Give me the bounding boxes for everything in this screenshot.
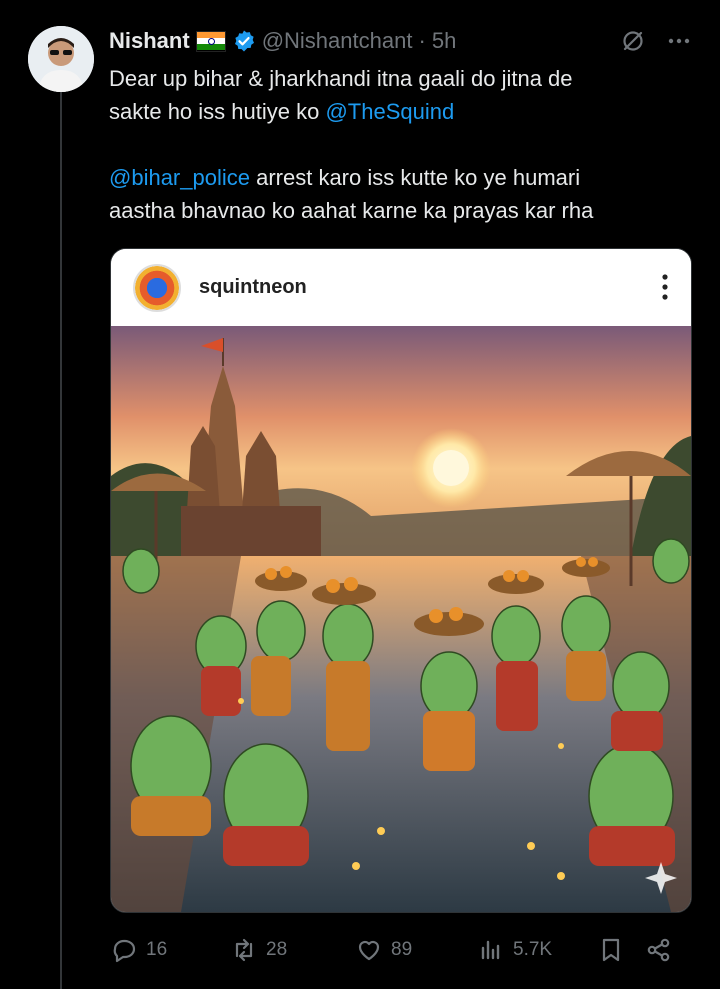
views-button[interactable]: 5.7K	[477, 936, 597, 964]
verified-badge-icon[interactable]	[232, 29, 256, 53]
embedded-avatar[interactable]	[133, 263, 181, 312]
avatar[interactable]	[28, 26, 94, 92]
share-icon	[645, 936, 673, 964]
author-handle[interactable]: @Nishantchant	[262, 28, 413, 54]
author-name[interactable]: Nishant	[109, 28, 190, 54]
post-time[interactable]: · 5h	[418, 28, 456, 54]
grok-icon[interactable]	[620, 28, 646, 54]
bookmark-icon	[597, 936, 625, 964]
views-count: 5.7K	[513, 939, 553, 960]
like-count: 89	[391, 939, 413, 960]
mention-link[interactable]: @bihar_police	[109, 165, 250, 190]
reply-icon	[110, 936, 138, 964]
tweet-text-line2: sakte ho iss hutiye ko	[109, 99, 326, 124]
tweet-top-actions	[620, 26, 692, 56]
tweet-header: Nishant @Nishantchant · 5h	[109, 26, 456, 56]
post-image[interactable]	[111, 326, 691, 912]
embedded-username[interactable]: squintneon	[199, 276, 307, 299]
tweet-text-line1: Dear up bihar & jharkhandi itna gaali do…	[109, 66, 573, 91]
tweet-text-line4: aastha bhavnao ko aahat karne ka prayas …	[109, 198, 594, 223]
tweet-text-line3: arrest karo iss kutte ko ye humari	[249, 165, 581, 190]
tweet-text: Dear up bihar & jharkhandi itna gaali do…	[109, 62, 699, 227]
reply-button[interactable]: 16	[110, 936, 230, 964]
retweet-icon	[230, 936, 258, 964]
thread-line	[60, 92, 62, 989]
retweet-count: 28	[266, 939, 288, 960]
views-icon	[477, 936, 505, 964]
tweet-line: @bihar_police arrest karo iss kutte ko y…	[109, 161, 699, 194]
tweet-line: sakte ho iss hutiye ko @TheSquind	[109, 95, 699, 128]
share-button[interactable]	[645, 936, 673, 964]
retweet-button[interactable]: 28	[230, 936, 355, 964]
mention-link[interactable]: @TheSquind	[325, 99, 454, 124]
tweet-line: aastha bhavnao ko aahat karne ka prayas …	[109, 194, 699, 227]
like-icon	[355, 936, 383, 964]
action-bar: 16 28 89 5.7K	[110, 930, 690, 970]
bookmark-button[interactable]	[597, 936, 645, 964]
embedded-post-card[interactable]: squintneon	[110, 248, 692, 913]
more-icon[interactable]	[666, 28, 692, 54]
tweet-line: Dear up bihar & jharkhandi itna gaali do…	[109, 62, 699, 95]
reply-count: 16	[146, 939, 168, 960]
like-button[interactable]: 89	[355, 936, 477, 964]
more-vertical-icon[interactable]	[661, 273, 669, 306]
flag-india-icon	[195, 30, 226, 52]
embedded-post-header: squintneon	[111, 249, 691, 326]
